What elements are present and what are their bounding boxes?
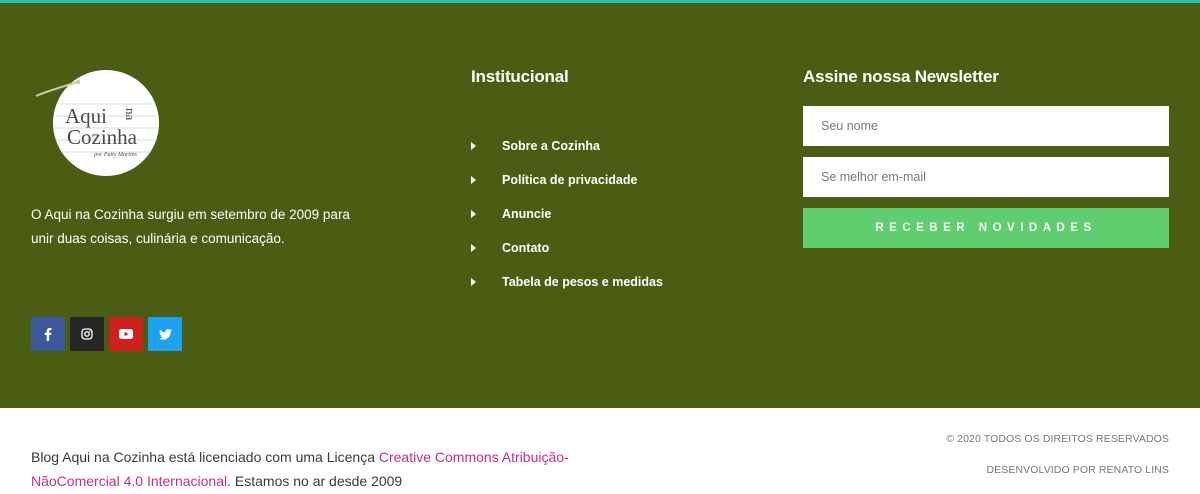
link-label: Sobre a Cozinha (502, 139, 600, 153)
caret-right-icon (471, 176, 476, 184)
footer-bottom-bar: Blog Aqui na Cozinha está licenciado com… (0, 408, 1200, 494)
youtube-icon (119, 329, 133, 339)
instagram-button[interactable] (70, 317, 104, 351)
copyright-text: © 2020 TODOS OS DIREITOS RESERVADOS (946, 433, 1169, 445)
footer-link-sobre[interactable]: Sobre a Cozinha (471, 129, 663, 163)
newsletter-submit-button[interactable]: RECEBER NOVIDADES (803, 208, 1169, 248)
newsletter-name-input[interactable] (803, 106, 1169, 146)
caret-right-icon (471, 244, 476, 252)
twitter-button[interactable] (148, 317, 182, 351)
youtube-button[interactable] (109, 317, 143, 351)
twitter-icon (158, 328, 172, 340)
newsletter-heading: Assine nossa Newsletter (803, 67, 999, 86)
developer-credit: DESENVOLVIDO POR RENATO LINS (986, 464, 1169, 476)
institutional-heading: Institucional (471, 67, 569, 86)
link-label: Política de privacidade (502, 173, 638, 187)
institutional-links: Sobre a Cozinha Política de privacidade … (471, 129, 663, 299)
newsletter-email-input[interactable] (803, 157, 1169, 197)
caret-right-icon (471, 142, 476, 150)
link-label: Contato (502, 241, 550, 255)
logo-byline: por Patty Martins (93, 152, 138, 158)
facebook-button[interactable] (31, 317, 65, 351)
license-prefix: Blog Aqui na Cozinha está licenciado com… (31, 449, 379, 465)
footer-link-privacidade[interactable]: Política de privacidade (471, 163, 663, 197)
footer-link-anuncie[interactable]: Anuncie (471, 197, 663, 231)
license-text: Blog Aqui na Cozinha está licenciado com… (31, 445, 591, 493)
caret-right-icon (471, 278, 476, 286)
site-logo[interactable]: Aqui na Cozinha por Patty Martins (30, 68, 165, 183)
facebook-icon (44, 327, 52, 341)
footer-link-contato[interactable]: Contato (471, 231, 663, 265)
logo-text-na: na (123, 108, 138, 121)
instagram-icon (81, 328, 93, 340)
caret-right-icon (471, 210, 476, 218)
footer-link-tabela[interactable]: Tabela de pesos e medidas (471, 265, 663, 299)
site-footer: Aqui na Cozinha por Patty Martins O Aqui… (0, 3, 1200, 408)
social-links (31, 317, 187, 351)
link-label: Tabela de pesos e medidas (502, 275, 663, 289)
about-text: O Aqui na Cozinha surgiu em setembro de … (31, 207, 350, 246)
link-label: Anuncie (502, 207, 552, 221)
license-suffix: . Estamos no ar desde 2009 (227, 473, 403, 489)
logo-text-cozinha: Cozinha (67, 125, 138, 149)
